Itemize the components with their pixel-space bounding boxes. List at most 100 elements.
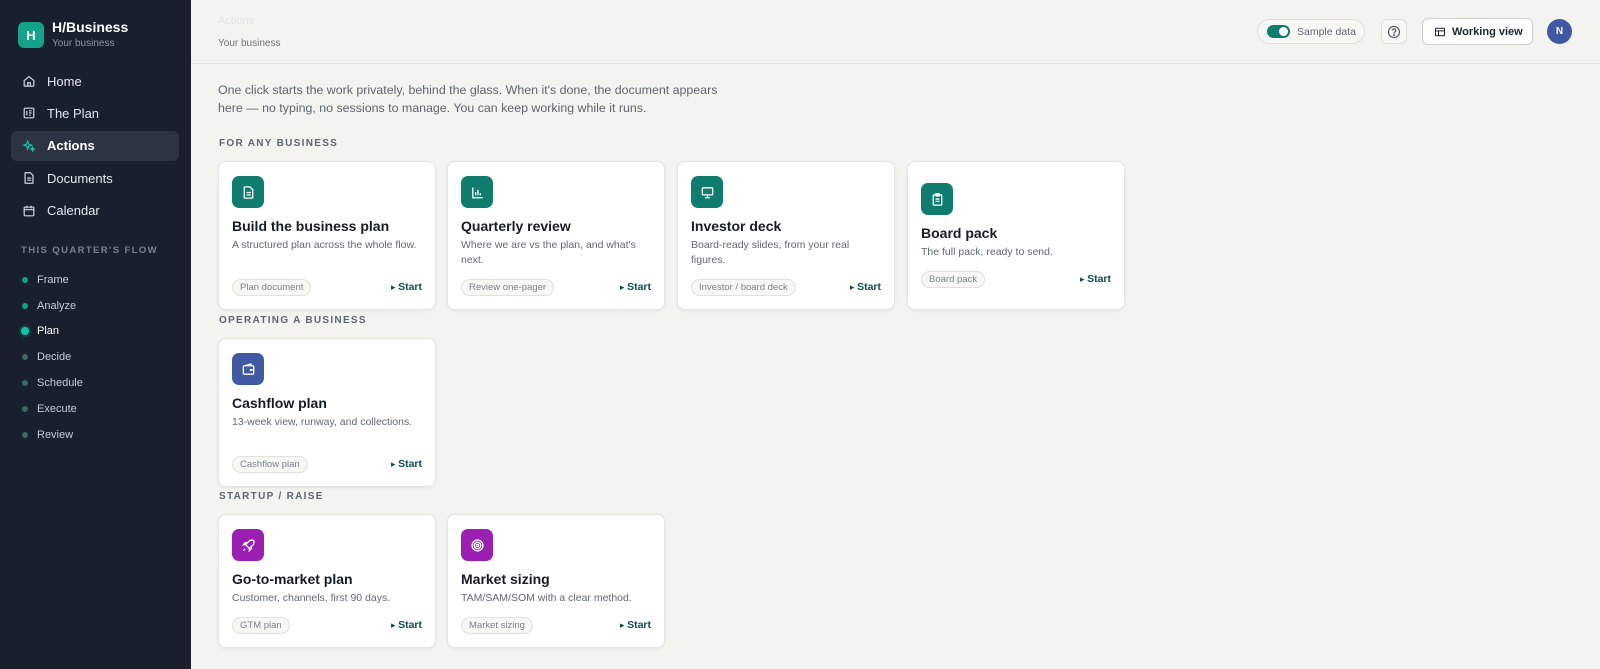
help-button[interactable] [1381, 19, 1407, 44]
output-type-badge: Market sizing [461, 617, 533, 634]
start-button[interactable]: Start [1080, 273, 1111, 285]
card-title: Board pack [921, 225, 998, 241]
flow-list: Frame Analyze Plan Decide Schedule Execu… [21, 267, 83, 448]
card-description: Customer, channels, first 90 days. [232, 592, 391, 604]
card-description: 13-week view, runway, and collections. [232, 416, 413, 428]
document-icon [232, 176, 264, 208]
brand-logo: H [18, 22, 44, 48]
sidebar-nav: Home The Plan Actions Documents Calendar [11, 66, 179, 228]
sidebar: H H/Business Your business Home The Plan… [0, 0, 191, 669]
flow-item-label: Review [37, 428, 74, 441]
plan-icon [22, 106, 36, 120]
card-title: Go-to-market plan [232, 571, 353, 587]
layout-icon [1434, 27, 1446, 36]
sidebar-item-label: Documents [47, 170, 113, 186]
presentation-icon [691, 176, 723, 208]
sidebar-item-home[interactable]: Home [11, 66, 179, 96]
flow-item-schedule[interactable]: Schedule [22, 370, 83, 396]
brand[interactable]: H H/Business Your business [18, 18, 128, 51]
page-subtitle: Your business [218, 38, 281, 49]
action-card-gtm-plan[interactable]: Go-to-market plan Customer, channels, fi… [218, 514, 436, 648]
output-type-badge: Cashflow plan [232, 456, 308, 473]
home-icon [22, 74, 36, 88]
app-name: H/Business [52, 19, 129, 35]
sidebar-item-documents[interactable]: Documents [11, 163, 179, 193]
action-card-market-sizing[interactable]: Market sizing TAM/SAM/SOM with a clear m… [447, 514, 665, 648]
card-description: TAM/SAM/SOM with a clear method. [461, 592, 632, 604]
card-description: The full pack, ready to send. [921, 246, 1053, 258]
start-button[interactable]: Start [850, 281, 881, 293]
flow-status-dot [22, 380, 28, 387]
flow-section-title: THIS QUARTER'S FLOW [21, 245, 159, 256]
bar-chart-icon [461, 176, 493, 208]
flow-item-frame[interactable]: Frame [22, 267, 83, 293]
output-type-badge: Plan document [232, 279, 312, 296]
target-icon [461, 529, 493, 561]
wallet-icon [232, 353, 264, 385]
output-type-badge: Board pack [921, 271, 986, 288]
top-header: Actions Your business Sample data Workin… [191, 0, 1600, 64]
flow-status-dot [22, 431, 28, 438]
card-description: Where we are vs the plan, and what's nex… [461, 239, 636, 266]
card-description: A structured plan across the whole flow. [232, 239, 417, 251]
question-icon [1387, 25, 1401, 38]
sidebar-item-actions[interactable]: Actions [11, 130, 179, 161]
intro-text: One click starts the work privately, beh… [218, 83, 718, 115]
action-card-investor-deck[interactable]: Investor deck Board-ready slides, from y… [677, 161, 895, 310]
flow-item-label: Frame [37, 273, 69, 286]
output-type-badge: GTM plan [232, 617, 290, 634]
action-card-quarterly-review[interactable]: Quarterly review Where we are vs the pla… [447, 161, 665, 310]
sidebar-item-label: Home [47, 73, 82, 89]
flow-item-analyze[interactable]: Analyze [22, 293, 83, 319]
flow-item-execute[interactable]: Execute [22, 396, 83, 422]
start-button[interactable]: Start [391, 619, 422, 631]
working-view-label: Working view [1452, 25, 1523, 38]
flow-status-dot [22, 276, 28, 283]
start-button[interactable]: Start [391, 281, 422, 293]
action-card-board-pack[interactable]: Board pack The full pack, ready to send.… [907, 161, 1125, 310]
sidebar-item-the-plan[interactable]: The Plan [11, 98, 179, 128]
flow-item-label: Plan [37, 325, 60, 338]
document-icon [22, 171, 36, 185]
calendar-icon [22, 204, 36, 218]
action-card-business-plan[interactable]: Build the business plan A structured pla… [218, 161, 436, 310]
flow-status-dot [21, 327, 29, 336]
flow-status-dot [22, 405, 28, 412]
rocket-icon [232, 529, 264, 561]
clipboard-icon [921, 183, 953, 215]
flow-item-label: Analyze [37, 299, 77, 312]
flow-item-decide[interactable]: Decide [22, 344, 83, 370]
action-card-cashflow-plan[interactable]: Cashflow plan 13-week view, runway, and … [218, 338, 436, 487]
sample-data-label: Sample data [1297, 25, 1356, 38]
card-description: Board-ready slides, from your real figur… [691, 239, 850, 266]
card-title: Market sizing [461, 571, 550, 587]
sample-data-toggle[interactable]: Sample data [1257, 19, 1365, 44]
start-button[interactable]: Start [620, 281, 651, 293]
sidebar-item-label: The Plan [47, 105, 100, 121]
flow-status-dot [22, 302, 28, 309]
flow-item-plan[interactable]: Plan [21, 319, 83, 345]
card-title: Build the business plan [232, 218, 390, 234]
toggle-switch[interactable] [1267, 25, 1290, 38]
flow-item-label: Schedule [37, 377, 83, 390]
breadcrumb[interactable]: Actions [218, 15, 254, 27]
flow-item-review[interactable]: Review [22, 422, 83, 448]
card-title: Cashflow plan [232, 395, 327, 411]
sidebar-item-label: Actions [47, 138, 95, 154]
output-type-badge: Investor / board deck [691, 279, 796, 296]
working-view-button[interactable]: Working view [1422, 18, 1533, 45]
flow-status-dot [22, 354, 28, 361]
card-title: Investor deck [691, 218, 782, 234]
start-button[interactable]: Start [620, 619, 651, 631]
output-type-badge: Review one-pager [461, 279, 555, 296]
sparkle-icon [22, 139, 36, 153]
sidebar-item-calendar[interactable]: Calendar [11, 196, 179, 226]
flow-item-label: Execute [37, 402, 77, 415]
section-title-operating: OPERATING A BUSINESS [219, 315, 367, 326]
section-title-startup: STARTUP / RAISE [219, 491, 324, 502]
avatar[interactable]: N [1547, 19, 1572, 44]
start-button[interactable]: Start [391, 458, 422, 470]
section-title-any-business: FOR ANY BUSINESS [219, 138, 339, 149]
card-title: Quarterly review [461, 218, 571, 234]
sidebar-item-label: Calendar [47, 203, 100, 219]
